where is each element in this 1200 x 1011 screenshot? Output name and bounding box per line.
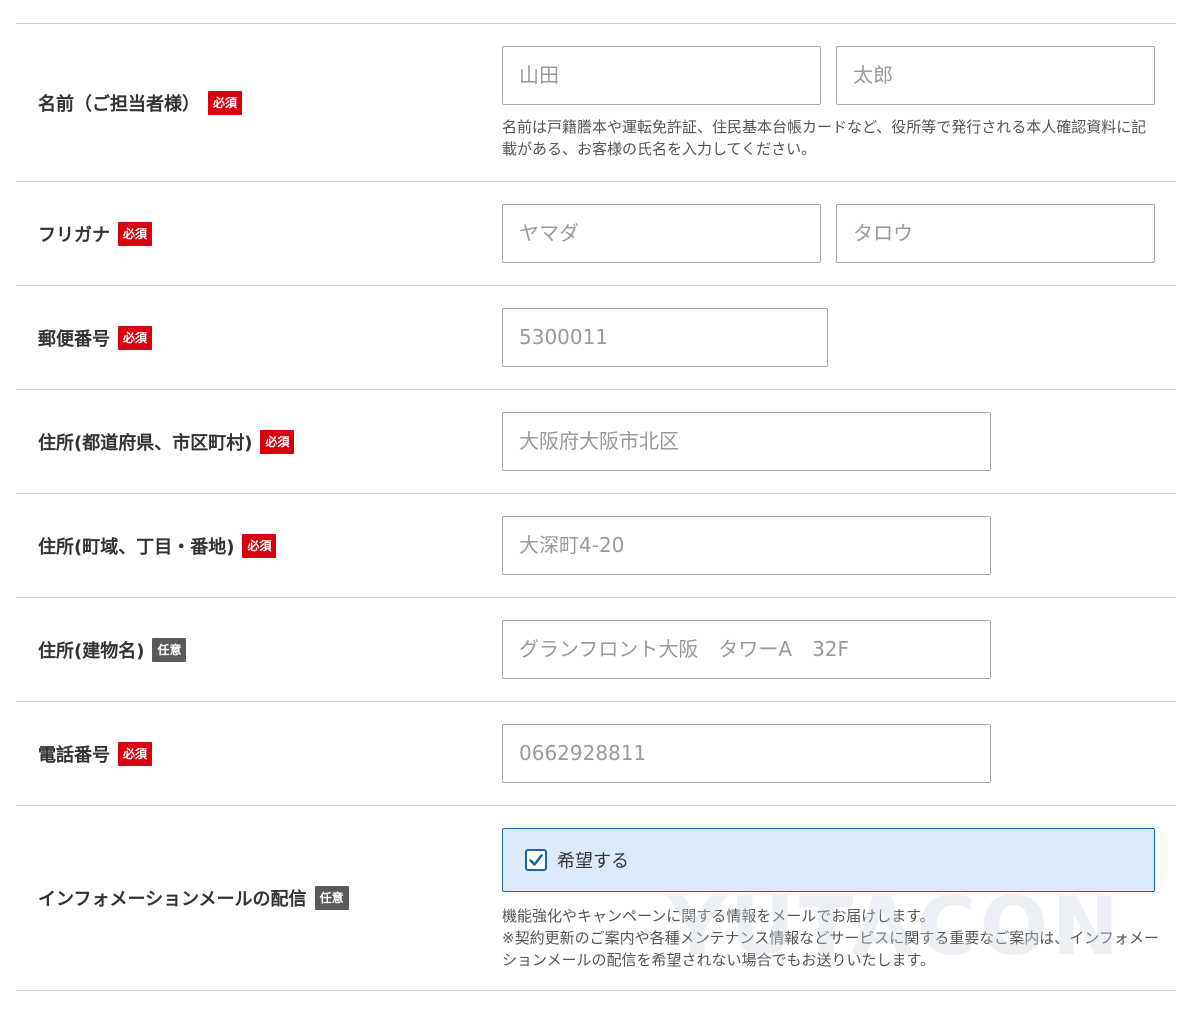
postal-code-label: 郵便番号 <box>38 328 110 350</box>
address-street-label: 住所(町域、丁目・番地) <box>38 536 235 558</box>
form-row-postal-code: 郵便番号 必須 5300011 <box>16 286 1176 390</box>
form-row-building: 住所(建物名) 任意 グランフロント大阪 タワーA 32F <box>16 598 1176 702</box>
name-label: 名前（ご担当者様） <box>38 93 200 115</box>
required-badge: 必須 <box>118 221 153 246</box>
first-name-input[interactable]: 太郎 <box>836 46 1156 105</box>
form-row-address-city: 住所(都道府県、市区町村) 必須 大阪府大阪市北区 <box>16 390 1176 494</box>
optional-badge: 任意 <box>152 637 187 662</box>
building-input[interactable]: グランフロント大阪 タワーA 32F <box>502 620 991 679</box>
form-row-phone: 電話番号 必須 0662928811 <box>16 702 1176 806</box>
name-label-wrap: 名前（ご担当者様） 必須 <box>38 24 243 181</box>
required-badge: 必須 <box>242 533 277 558</box>
furigana-field-group: ヤマダ タロウ <box>502 204 1156 263</box>
furigana-label-wrap: フリガナ 必須 <box>38 182 153 285</box>
info-mail-checkbox-label: 希望する <box>557 851 629 872</box>
phone-input[interactable]: 0662928811 <box>502 724 991 783</box>
info-mail-field-group: 希望する 機能強化やキャンペーンに関する情報をメールでお届けします。 ※契約更新… <box>502 828 1162 971</box>
address-city-input[interactable]: 大阪府大阪市北区 <box>502 412 991 471</box>
last-name-input[interactable]: 山田 <box>502 46 821 105</box>
form-row-info-mail: インフォメーションメールの配信 任意 希望する 機能強化やキャンペーンに関する情… <box>16 806 1176 991</box>
postal-code-input[interactable]: 5300011 <box>502 308 828 367</box>
phone-label: 電話番号 <box>38 744 110 766</box>
name-help-text: 名前は戸籍謄本や運転免許証、住民基本台帳カードなど、役所等で発行される本人確認資… <box>502 118 1147 158</box>
first-name-kana-input[interactable]: タロウ <box>836 204 1156 263</box>
address-street-label-wrap: 住所(町域、丁目・番地) 必須 <box>38 494 277 597</box>
form-row-name: 名前（ご担当者様） 必須 山田 太郎 名前は戸籍謄本や運転免許証、住民基本台帳カ… <box>16 24 1176 182</box>
phone-field-group: 0662928811 <box>502 724 991 783</box>
required-badge: 必須 <box>118 741 153 766</box>
required-badge: 必須 <box>260 429 295 454</box>
info-mail-opt-in[interactable]: 希望する <box>502 828 1155 892</box>
last-name-kana-input[interactable]: ヤマダ <box>502 204 821 263</box>
customer-info-form: 名前（ご担当者様） 必須 山田 太郎 名前は戸籍謄本や運転免許証、住民基本台帳カ… <box>16 23 1176 991</box>
info-mail-note-line: 機能強化やキャンペーンに関する情報をメールでお届けします。 <box>502 907 935 925</box>
postal-code-label-wrap: 郵便番号 必須 <box>38 286 153 389</box>
address-city-field-group: 大阪府大阪市北区 <box>502 412 991 471</box>
address-street-field-group: 大深町4-20 <box>502 516 991 575</box>
building-label: 住所(建物名) <box>38 640 145 662</box>
info-mail-help-text: 機能強化やキャンペーンに関する情報をメールでお届けします。 ※契約更新のご案内や… <box>502 905 1162 971</box>
required-badge: 必須 <box>118 325 153 350</box>
info-mail-note-line: ※契約更新のご案内や各種メンテナンス情報などサービスに関する重要なご案内は、イン… <box>502 929 1159 969</box>
address-city-label: 住所(都道府県、市区町村) <box>38 432 253 454</box>
form-row-furigana: フリガナ 必須 ヤマダ タロウ <box>16 182 1176 286</box>
checkmark-icon <box>529 854 543 866</box>
building-label-wrap: 住所(建物名) 任意 <box>38 598 187 701</box>
phone-label-wrap: 電話番号 必須 <box>38 702 153 805</box>
optional-badge: 任意 <box>314 886 349 910</box>
address-city-label-wrap: 住所(都道府県、市区町村) 必須 <box>38 390 295 493</box>
address-street-input[interactable]: 大深町4-20 <box>502 516 991 575</box>
postal-code-field-group: 5300011 <box>502 308 828 367</box>
info-mail-label-wrap: インフォメーションメールの配信 任意 <box>38 806 349 990</box>
furigana-label: フリガナ <box>38 224 110 246</box>
info-mail-checkbox[interactable] <box>525 849 547 871</box>
info-mail-label: インフォメーションメールの配信 <box>38 889 307 910</box>
name-field-group: 山田 太郎 名前は戸籍謄本や運転免許証、住民基本台帳カードなど、役所等で発行され… <box>502 46 1156 160</box>
building-field-group: グランフロント大阪 タワーA 32F <box>502 620 991 679</box>
required-badge: 必須 <box>208 90 243 115</box>
form-row-address-street: 住所(町域、丁目・番地) 必須 大深町4-20 <box>16 494 1176 598</box>
